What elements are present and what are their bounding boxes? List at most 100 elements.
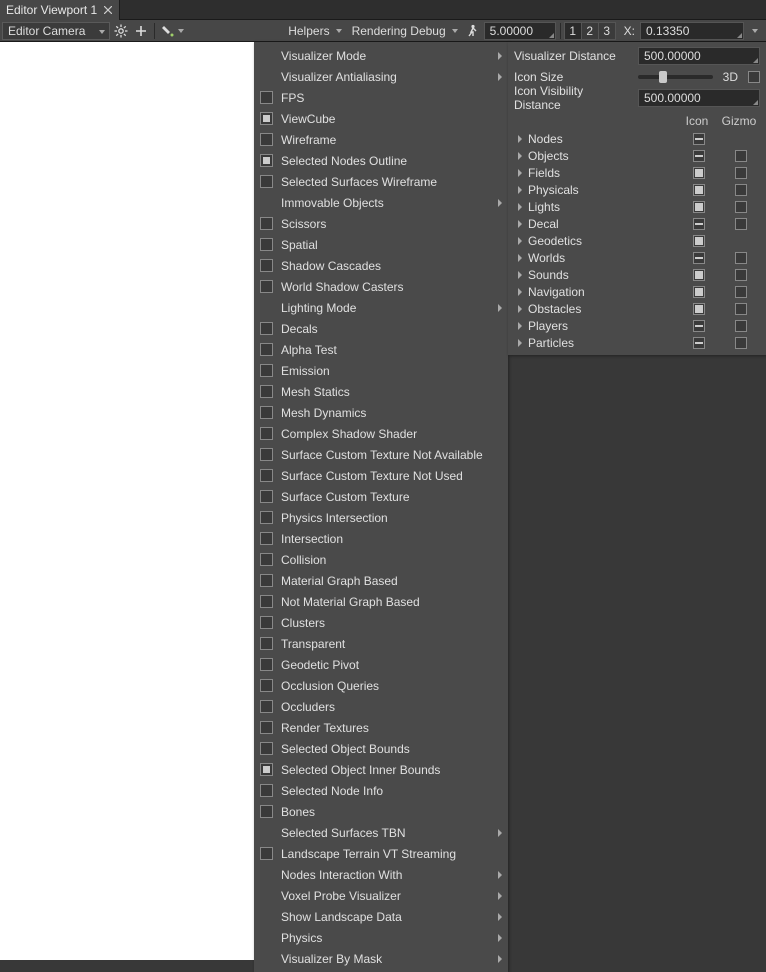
- checkbox[interactable]: [693, 286, 705, 298]
- checkbox[interactable]: [693, 337, 705, 349]
- tab-editor-viewport[interactable]: Editor Viewport 1: [0, 0, 120, 20]
- checkbox[interactable]: [735, 201, 747, 213]
- checkbox[interactable]: [693, 235, 705, 247]
- menu-item[interactable]: FPS: [254, 87, 508, 108]
- category-row[interactable]: Particles: [514, 334, 760, 351]
- menu-item[interactable]: Visualizer Mode: [254, 45, 508, 66]
- menu-item[interactable]: Bones: [254, 801, 508, 822]
- menu-item[interactable]: Collision: [254, 549, 508, 570]
- dropdown-icon[interactable]: [746, 22, 764, 40]
- helpers-menu-button[interactable]: Helpers: [284, 22, 345, 40]
- menu-item[interactable]: Nodes Interaction With: [254, 864, 508, 885]
- viewport-canvas[interactable]: [0, 42, 254, 960]
- axis-value-field[interactable]: 0.13350: [640, 22, 744, 40]
- camera-selector[interactable]: Editor Camera: [2, 22, 110, 40]
- slider-thumb[interactable]: [659, 71, 667, 83]
- category-row[interactable]: Players: [514, 317, 760, 334]
- checkbox[interactable]: [693, 218, 705, 230]
- category-row[interactable]: Nodes: [514, 130, 760, 147]
- checkbox[interactable]: [735, 286, 747, 298]
- checkbox[interactable]: [735, 167, 747, 179]
- menu-item[interactable]: Render Textures: [254, 717, 508, 738]
- category-row[interactable]: Decal: [514, 215, 760, 232]
- category-row[interactable]: Lights: [514, 198, 760, 215]
- menu-item[interactable]: Surface Custom Texture Not Available: [254, 444, 508, 465]
- menu-item[interactable]: Mesh Statics: [254, 381, 508, 402]
- menu-item[interactable]: Selected Object Inner Bounds: [254, 759, 508, 780]
- category-row[interactable]: Fields: [514, 164, 760, 181]
- menu-item[interactable]: Landscape Terrain VT Streaming: [254, 843, 508, 864]
- rendering-debug-menu-button[interactable]: Rendering Debug: [348, 22, 462, 40]
- checkbox[interactable]: [735, 252, 747, 264]
- checkbox[interactable]: [735, 269, 747, 281]
- menu-item[interactable]: Occluders: [254, 696, 508, 717]
- speed-field[interactable]: 5.00000: [484, 22, 556, 40]
- category-row[interactable]: Obstacles: [514, 300, 760, 317]
- category-row[interactable]: Navigation: [514, 283, 760, 300]
- category-row[interactable]: Physicals: [514, 181, 760, 198]
- snap-dropdown-icon[interactable]: [159, 22, 185, 40]
- menu-item[interactable]: Shadow Cascades: [254, 255, 508, 276]
- icon-size-slider[interactable]: [638, 75, 713, 79]
- checkbox[interactable]: [693, 320, 705, 332]
- preset-button-3[interactable]: 3: [598, 22, 616, 40]
- menu-item[interactable]: Alpha Test: [254, 339, 508, 360]
- checkbox[interactable]: [735, 150, 747, 162]
- menu-item[interactable]: Immovable Objects: [254, 192, 508, 213]
- checkbox[interactable]: [735, 218, 747, 230]
- menu-item[interactable]: Selected Nodes Outline: [254, 150, 508, 171]
- menu-item[interactable]: Occlusion Queries: [254, 675, 508, 696]
- menu-item[interactable]: World Shadow Casters: [254, 276, 508, 297]
- menu-item[interactable]: Surface Custom Texture: [254, 486, 508, 507]
- menu-item[interactable]: Visualizer By Mask: [254, 948, 508, 969]
- menu-item[interactable]: Lighting Mode: [254, 297, 508, 318]
- category-row[interactable]: Geodetics: [514, 232, 760, 249]
- checkbox[interactable]: [735, 184, 747, 196]
- menu-item[interactable]: Visualizer Antialiasing: [254, 66, 508, 87]
- menu-item[interactable]: Show Landscape Data: [254, 906, 508, 927]
- category-row[interactable]: Sounds: [514, 266, 760, 283]
- menu-item[interactable]: Selected Surfaces Wireframe: [254, 171, 508, 192]
- menu-item[interactable]: ViewCube: [254, 108, 508, 129]
- preset-button-1[interactable]: 1: [564, 22, 582, 40]
- menu-item[interactable]: Spatial: [254, 234, 508, 255]
- plus-icon[interactable]: [132, 22, 150, 40]
- preset-button-2[interactable]: 2: [581, 22, 599, 40]
- checkbox[interactable]: [735, 303, 747, 315]
- menu-item[interactable]: Selected Object Bounds: [254, 738, 508, 759]
- menu-item[interactable]: Complex Shadow Shader: [254, 423, 508, 444]
- gear-icon[interactable]: [112, 22, 130, 40]
- menu-item[interactable]: Scissors: [254, 213, 508, 234]
- menu-item[interactable]: Intersection: [254, 528, 508, 549]
- close-icon[interactable]: [103, 5, 113, 15]
- menu-item[interactable]: Not Material Graph Based: [254, 591, 508, 612]
- menu-item[interactable]: Clusters: [254, 612, 508, 633]
- checkbox[interactable]: [693, 133, 705, 145]
- checkbox[interactable]: [693, 303, 705, 315]
- checkbox[interactable]: [735, 337, 747, 349]
- menu-item[interactable]: Mesh Dynamics: [254, 402, 508, 423]
- visualizer-distance-field[interactable]: 500.00000: [638, 47, 760, 65]
- menu-item[interactable]: Transparent: [254, 633, 508, 654]
- run-icon[interactable]: [464, 22, 482, 40]
- checkbox[interactable]: [693, 252, 705, 264]
- menu-item[interactable]: Decals: [254, 318, 508, 339]
- icon-visibility-distance-field[interactable]: 500.00000: [638, 89, 760, 107]
- checkbox[interactable]: [735, 320, 747, 332]
- menu-item[interactable]: Geodetic Pivot: [254, 654, 508, 675]
- checkbox[interactable]: [693, 167, 705, 179]
- checkbox[interactable]: [693, 269, 705, 281]
- checkbox[interactable]: [693, 201, 705, 213]
- menu-item[interactable]: Selected Node Info: [254, 780, 508, 801]
- menu-item[interactable]: Physics: [254, 927, 508, 948]
- menu-item[interactable]: Physics Intersection: [254, 507, 508, 528]
- checkbox[interactable]: [693, 150, 705, 162]
- category-row[interactable]: Worlds: [514, 249, 760, 266]
- menu-item[interactable]: Voxel Probe Visualizer: [254, 885, 508, 906]
- 3d-checkbox[interactable]: [748, 71, 760, 83]
- menu-item[interactable]: Selected Surfaces TBN: [254, 822, 508, 843]
- menu-item[interactable]: Wireframe: [254, 129, 508, 150]
- checkbox[interactable]: [693, 184, 705, 196]
- menu-item[interactable]: Surface Custom Texture Not Used: [254, 465, 508, 486]
- menu-item[interactable]: Material Graph Based: [254, 570, 508, 591]
